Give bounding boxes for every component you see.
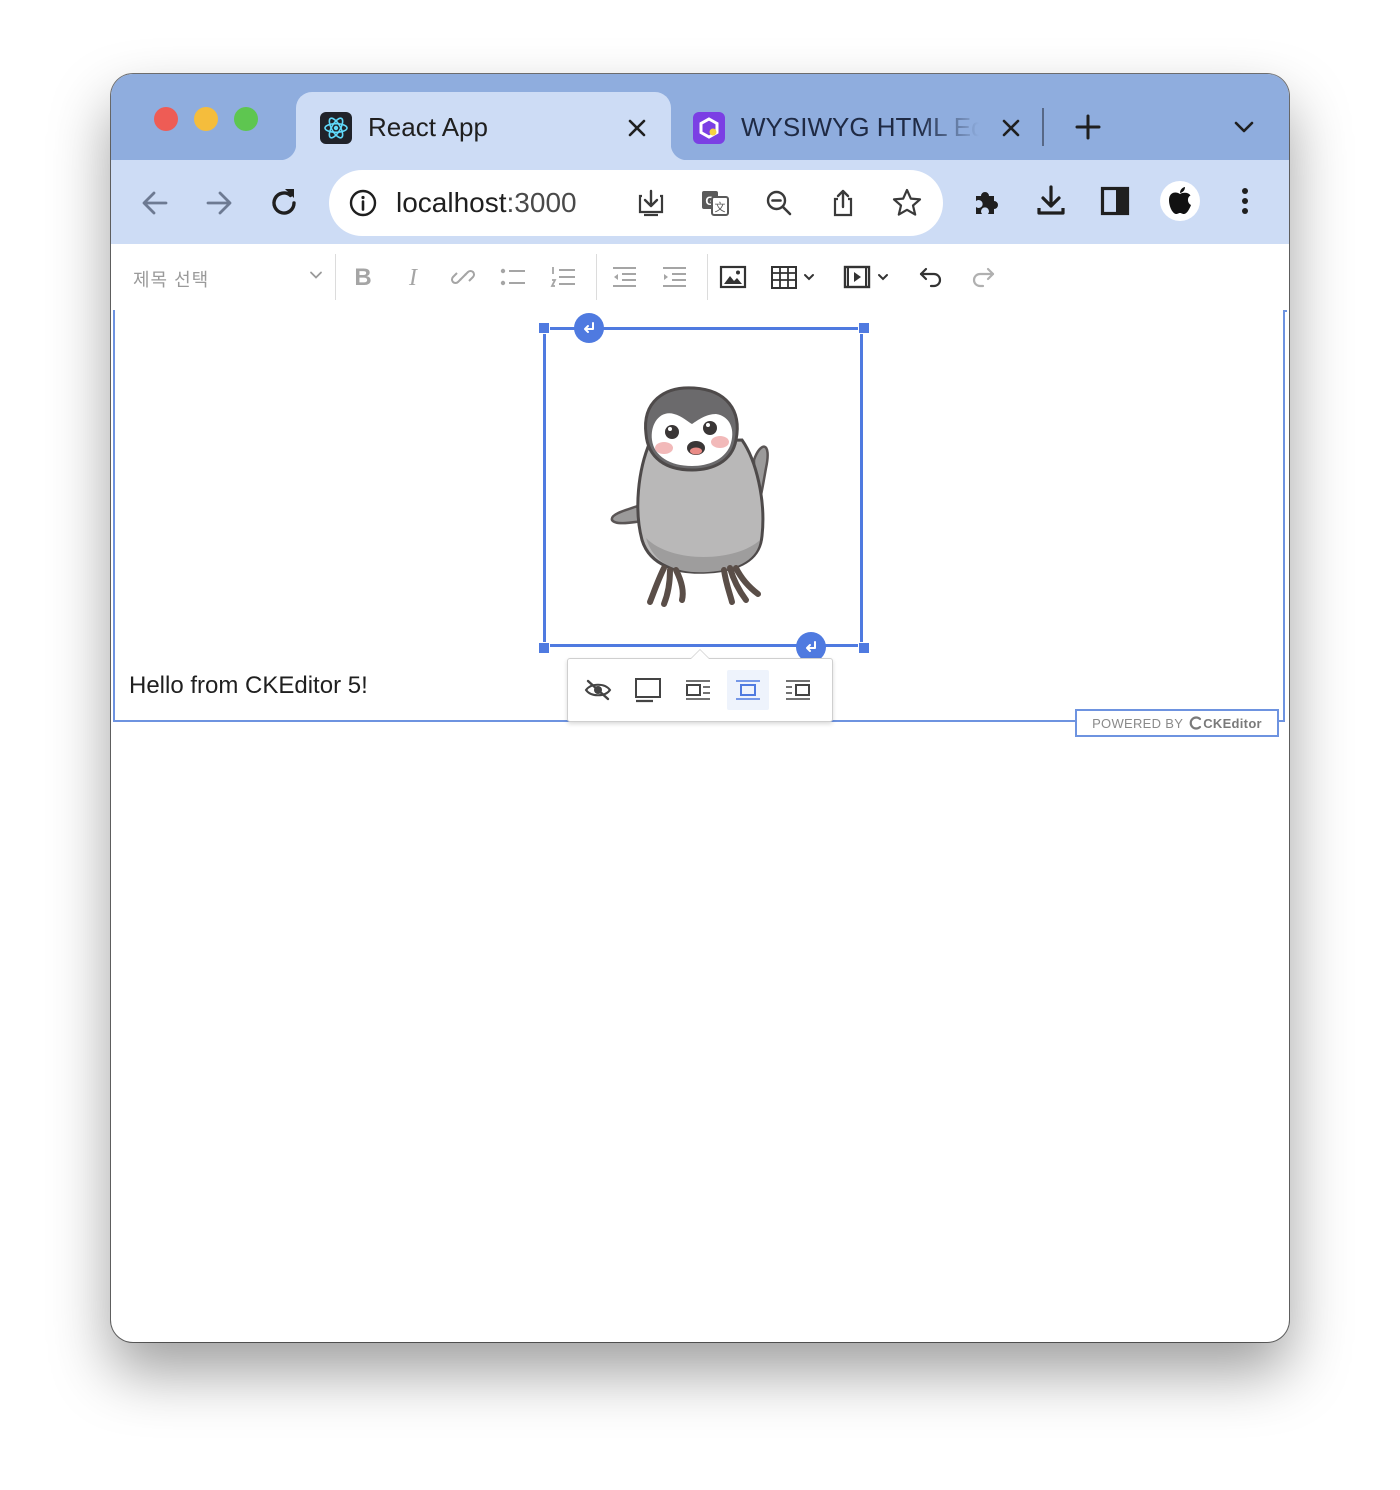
tab-title: WYSIWYG HTML Editor xyxy=(741,112,979,142)
tab-title: React App xyxy=(368,112,488,142)
insert-table-button[interactable] xyxy=(768,260,822,294)
side-panel-icon[interactable] xyxy=(1095,181,1135,221)
bulleted-list-button[interactable] xyxy=(496,260,530,294)
ckeditor-icon xyxy=(693,112,725,144)
resize-handle-bottom-right[interactable] xyxy=(858,642,870,654)
toolbar-separator xyxy=(596,254,597,300)
undo-button[interactable] xyxy=(914,260,948,294)
react-icon xyxy=(320,112,352,144)
tab-search-chevron-icon[interactable] xyxy=(1229,112,1259,142)
reload-icon[interactable] xyxy=(264,183,304,223)
bold-button[interactable]: B xyxy=(346,260,380,294)
minimize-window-button[interactable] xyxy=(194,107,218,131)
translate-icon[interactable]: G文 xyxy=(699,187,731,219)
link-button[interactable] xyxy=(446,260,480,294)
penguin-image xyxy=(610,386,769,607)
insert-media-button[interactable] xyxy=(841,260,897,294)
powered-by-label: POWERED BY xyxy=(1092,715,1184,731)
ckeditor-logo-icon xyxy=(1189,716,1202,730)
bookmark-star-icon[interactable] xyxy=(891,187,923,219)
insert-image-button[interactable] xyxy=(716,260,750,294)
resize-handle-top-left[interactable] xyxy=(538,322,550,334)
svg-text:I: I xyxy=(408,265,418,290)
more-menu-icon[interactable] xyxy=(1225,181,1265,221)
image-balloon-toolbar xyxy=(567,649,833,722)
install-app-icon[interactable] xyxy=(635,187,667,219)
url-port: :3000 xyxy=(506,187,577,218)
resize-handle-bottom-left[interactable] xyxy=(538,642,550,654)
toolbar-separator xyxy=(335,254,336,300)
browser-window: React App WYSIWYG HTML Editor xyxy=(111,74,1289,1342)
maximize-window-button[interactable] xyxy=(234,107,258,131)
wrap-text-button[interactable] xyxy=(777,670,819,710)
chevron-down-icon xyxy=(309,268,323,287)
editor-toolbar: 제목 선택 B I xyxy=(113,244,1287,312)
tab-wysiwyg-editor[interactable]: WYSIWYG HTML Editor xyxy=(679,92,1039,160)
toggle-caption-button[interactable] xyxy=(577,670,619,710)
tab-react-app[interactable]: React App xyxy=(280,92,687,160)
outdent-button[interactable] xyxy=(607,260,641,294)
tab-separator xyxy=(1042,108,1044,146)
new-tab-plus-icon[interactable] xyxy=(1071,110,1105,144)
url-text[interactable]: localhost:3000 xyxy=(396,186,577,220)
side-image-button[interactable] xyxy=(677,670,719,710)
full-size-image-button[interactable] xyxy=(627,670,669,710)
close-window-button[interactable] xyxy=(154,107,178,131)
ckeditor-logo: CKEditor xyxy=(1189,716,1262,731)
powered-by-badge[interactable]: POWERED BY CKEditor xyxy=(1075,709,1279,737)
heading-dropdown-label: 제목 선택 xyxy=(133,270,210,290)
address-bar[interactable]: localhost:3000 G文 xyxy=(329,170,943,236)
balloon-arrow xyxy=(690,649,710,659)
resize-handle-top-right[interactable] xyxy=(858,322,870,334)
url-host: localhost xyxy=(396,187,507,218)
heading-dropdown[interactable]: 제목 선택 xyxy=(133,262,323,292)
paragraph-text[interactable]: Hello from CKEditor 5! xyxy=(129,672,368,700)
centered-image-button[interactable] xyxy=(727,670,769,710)
extensions-puzzle-icon[interactable] xyxy=(967,181,1007,221)
toolbar-separator xyxy=(707,254,708,300)
share-icon[interactable] xyxy=(827,187,859,219)
apple-logo-icon xyxy=(1160,181,1200,221)
eye-off-icon xyxy=(584,679,612,701)
svg-text:B: B xyxy=(354,264,371,290)
indent-button[interactable] xyxy=(657,260,691,294)
browser-toolbar: localhost:3000 G文 xyxy=(111,160,1289,244)
profile-avatar[interactable] xyxy=(1160,181,1200,221)
close-tab-icon[interactable] xyxy=(997,114,1025,142)
insert-paragraph-before-icon[interactable] xyxy=(574,313,604,343)
italic-button[interactable]: I xyxy=(396,260,430,294)
numbered-list-button[interactable] xyxy=(546,260,580,294)
close-tab-icon[interactable] xyxy=(623,114,651,142)
svg-text:文: 文 xyxy=(715,200,726,214)
forward-arrow-icon[interactable] xyxy=(199,183,239,223)
zoom-out-icon[interactable] xyxy=(763,187,795,219)
ckeditor-brand-text: CKEditor xyxy=(1203,715,1262,731)
downloads-icon[interactable] xyxy=(1031,181,1071,221)
tab-strip: React App WYSIWYG HTML Editor xyxy=(111,74,1289,160)
selected-image[interactable] xyxy=(543,327,863,647)
site-info-icon[interactable] xyxy=(347,187,379,219)
back-arrow-icon[interactable] xyxy=(135,183,175,223)
redo-button[interactable] xyxy=(966,260,1000,294)
